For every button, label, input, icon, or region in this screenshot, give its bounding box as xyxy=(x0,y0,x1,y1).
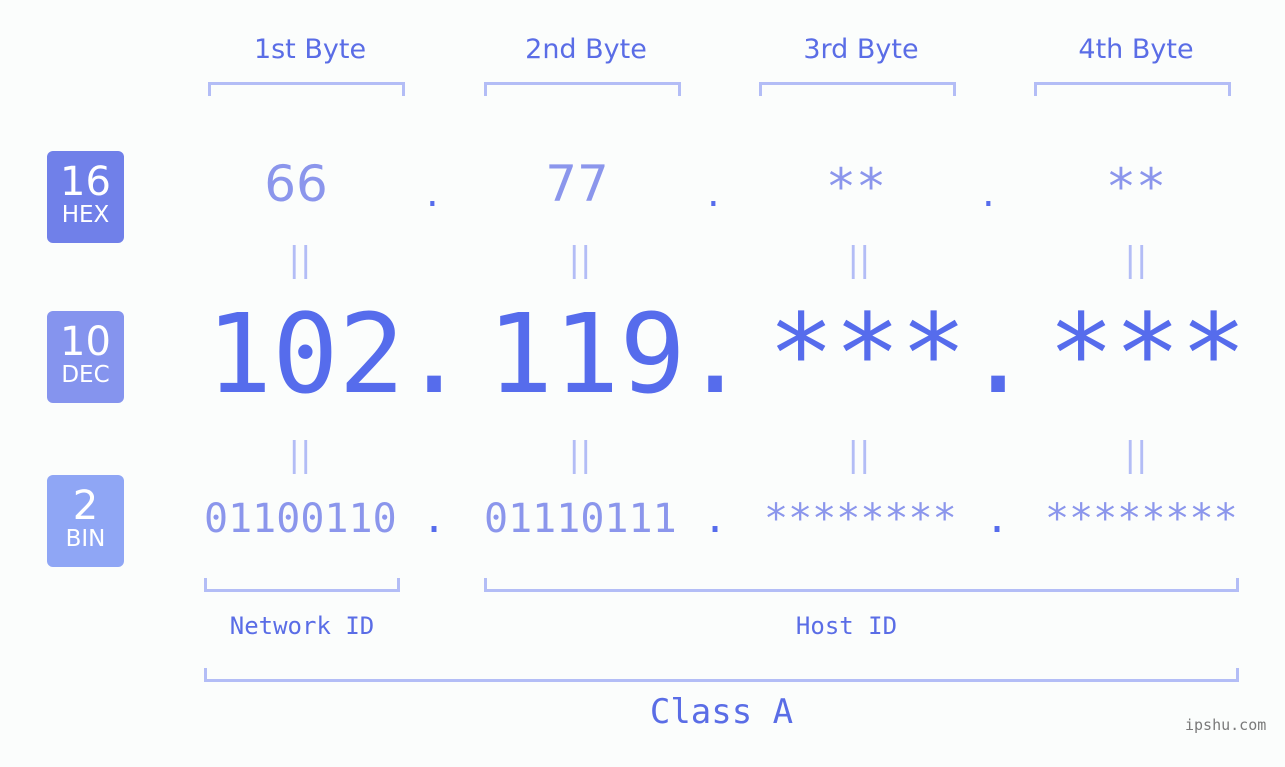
dec-byte-1: 102 xyxy=(206,290,405,418)
dec-byte-4: *** xyxy=(1048,290,1247,418)
equals-dec-bin-2: || xyxy=(568,435,592,475)
class-bracket xyxy=(204,668,1239,682)
bin-separator-2: . xyxy=(703,496,728,542)
network-id-label: Network ID xyxy=(229,612,375,640)
hex-byte-4: ** xyxy=(1105,158,1167,216)
hex-byte-2: 77 xyxy=(545,155,609,213)
equals-hex-dec-2: || xyxy=(568,240,592,280)
hex-base: 16 xyxy=(60,159,111,205)
watermark: ipshu.com xyxy=(1185,716,1267,734)
dec-label: DEC xyxy=(61,362,110,388)
bin-byte-2: 01110111 xyxy=(484,496,677,542)
network-id-bracket xyxy=(204,578,400,592)
equals-hex-dec-3: || xyxy=(847,240,871,280)
hex-separator-3: . xyxy=(982,170,995,216)
byte-bracket-3 xyxy=(759,82,956,96)
bin-byte-4: ******** xyxy=(1045,496,1238,542)
bin-byte-1: 01100110 xyxy=(204,496,397,542)
hex-byte-3: ** xyxy=(825,158,887,216)
dec-byte-2: 119 xyxy=(487,290,686,418)
bin-badge: 2 BIN xyxy=(47,475,124,567)
bin-separator-1: . xyxy=(422,496,447,542)
hex-separator-2: . xyxy=(707,170,720,216)
hex-badge: 16 HEX xyxy=(47,151,124,243)
host-id-bracket xyxy=(484,578,1239,592)
equals-hex-dec-4: || xyxy=(1124,240,1148,280)
byte-bracket-1 xyxy=(208,82,405,96)
dec-separator-2: . xyxy=(682,290,749,418)
class-label: Class A xyxy=(649,692,794,732)
dec-separator-3: . xyxy=(965,290,1032,418)
byte-header-2: 2nd Byte xyxy=(525,34,647,65)
dec-byte-3: *** xyxy=(768,290,967,418)
byte-bracket-2 xyxy=(484,82,681,96)
dec-badge: 10 DEC xyxy=(47,311,124,403)
bin-base: 2 xyxy=(72,483,99,529)
bin-byte-3: ******** xyxy=(764,496,957,542)
byte-header-4: 4th Byte xyxy=(1078,34,1194,65)
dec-separator-1: . xyxy=(401,290,468,418)
hex-separator-1: . xyxy=(426,170,439,216)
bin-label: BIN xyxy=(65,526,106,552)
hex-label: HEX xyxy=(61,202,110,228)
dec-base: 10 xyxy=(60,319,111,365)
host-id-label: Host ID xyxy=(795,612,898,640)
hex-byte-1: 66 xyxy=(264,155,328,213)
byte-bracket-4 xyxy=(1034,82,1231,96)
byte-header-3: 3rd Byte xyxy=(803,34,919,65)
equals-dec-bin-4: || xyxy=(1124,435,1148,475)
byte-header-1: 1st Byte xyxy=(253,34,367,65)
equals-dec-bin-3: || xyxy=(847,435,871,475)
bin-separator-3: . xyxy=(985,496,1010,542)
equals-dec-bin-1: || xyxy=(288,435,312,475)
equals-hex-dec-1: || xyxy=(288,240,312,280)
